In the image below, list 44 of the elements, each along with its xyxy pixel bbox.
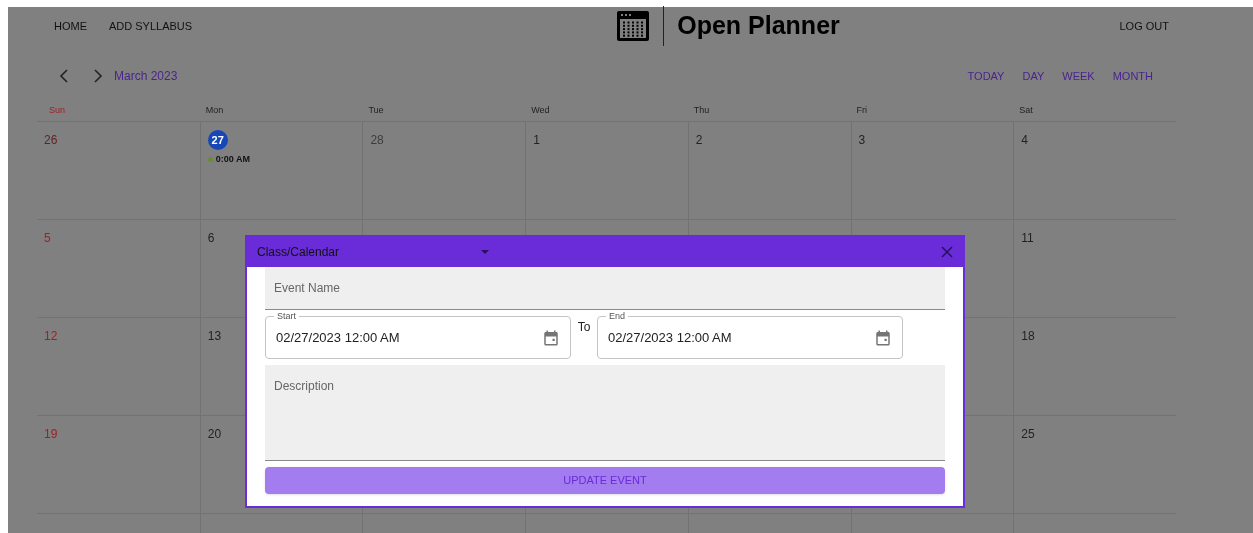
day-number[interactable]: 3 xyxy=(858,133,866,147)
calendar-select[interactable]: Class/Calendar xyxy=(257,243,489,261)
weekday-header: Sun xyxy=(48,103,66,117)
view-button[interactable]: TODAY xyxy=(961,63,1011,89)
day-number[interactable]: 4 xyxy=(1021,133,1028,147)
update-event-button[interactable]: UPDATE EVENT xyxy=(265,467,945,494)
date-value: 02/27/2023 12:00 AM xyxy=(608,328,732,347)
day-number[interactable]: 20 xyxy=(207,427,222,441)
calendar-icon xyxy=(542,328,560,347)
to-label: To xyxy=(576,319,592,336)
close-icon[interactable] xyxy=(941,246,953,258)
app-title: Open Planner xyxy=(677,10,841,42)
date-value: 02/27/2023 12:00 AM xyxy=(276,328,400,347)
dropdown-caret-icon xyxy=(481,250,489,254)
day-number[interactable]: 1 xyxy=(533,133,540,147)
weekday-header: Thu xyxy=(692,103,711,117)
day-number[interactable]: 25 xyxy=(1021,427,1035,441)
nav-link[interactable]: HOME xyxy=(54,17,87,35)
weekday-header: Mon xyxy=(204,103,225,117)
month-title: March 2023 xyxy=(114,68,178,85)
day-number[interactable]: 11 xyxy=(1021,231,1034,245)
weekday-header: Sat xyxy=(1018,103,1034,117)
field-label: End xyxy=(606,310,628,322)
view-button[interactable]: MONTH xyxy=(1106,63,1159,89)
day-number[interactable]: 13 xyxy=(207,329,222,343)
view-button[interactable]: DAY xyxy=(1016,63,1051,89)
day-number[interactable]: 18 xyxy=(1021,329,1035,343)
day-number[interactable]: 2 xyxy=(695,133,703,147)
view-button[interactable]: WEEK xyxy=(1056,63,1101,89)
nav-link[interactable]: ADD SYLLABUS xyxy=(109,17,193,35)
today-date-badge[interactable]: 27 xyxy=(207,130,228,151)
calendar-icon xyxy=(874,328,892,347)
day-number[interactable]: 28 xyxy=(370,133,384,147)
day-number[interactable]: 6 xyxy=(207,231,215,245)
logout-link[interactable]: LOG OUT xyxy=(1119,17,1169,35)
weekday-header: Wed xyxy=(530,103,551,117)
calendar-logo-icon xyxy=(616,10,651,42)
weekday-header: Fri xyxy=(855,103,869,117)
weekday-header: Tue xyxy=(367,103,385,117)
event-time[interactable]: 0:00 AM xyxy=(215,153,250,167)
description-field[interactable]: Description xyxy=(265,365,945,461)
field-label: Start xyxy=(274,310,299,322)
day-number[interactable]: 26 xyxy=(44,133,58,147)
event-name-field[interactable]: Event Name xyxy=(265,267,945,310)
